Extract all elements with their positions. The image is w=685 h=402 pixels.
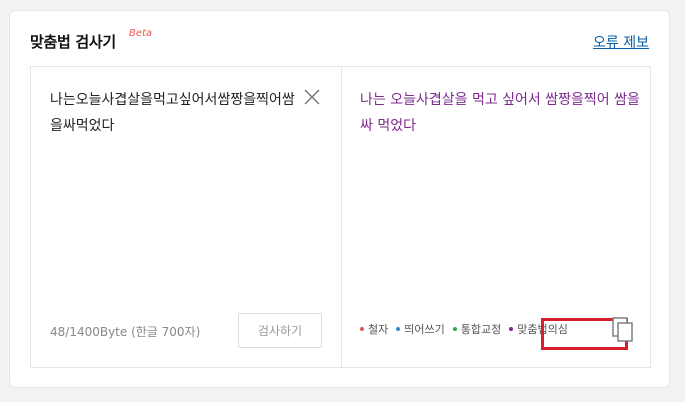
legend-item-spelling: 철자 — [360, 321, 388, 337]
checker-panel: 나는오늘사겹살을먹고싶어서쌈짱을찍어쌈을싸먹었다 48/1400Byte (한글… — [30, 66, 651, 368]
legend-item-spacing: 띄어쓰기 — [396, 321, 445, 337]
legend-dot-spacing — [396, 327, 401, 331]
result-text: 나는 오늘사겹살을 먹고 싶어서 쌈짱을찍어 쌈을싸 먹었다 — [360, 92, 640, 134]
legend: 철자 띄어쓰기 통합교정 맞춤법의심 — [360, 321, 568, 337]
legend-label-spelling: 철자 — [368, 323, 389, 336]
spell-checker-card: 맞춤법 검사기 Beta 오류 제보 나는오늘사겹살을먹고싶어서쌈짱을찍어쌈을싸… — [9, 10, 670, 388]
legend-dot-combined — [452, 327, 457, 331]
legend-item-combined: 통합교정 — [452, 321, 502, 337]
panel-divider — [341, 67, 342, 367]
beta-badge: Beta — [129, 28, 153, 39]
legend-label-combined: 통합교정 — [460, 323, 502, 336]
close-icon — [304, 89, 320, 105]
page-title: 맞춤법 검사기 — [30, 33, 116, 51]
byte-counter: 48/1400Byte (한글 700자) — [50, 325, 201, 339]
legend-dot-suspect — [509, 327, 514, 331]
check-button[interactable]: 검사하기 — [238, 313, 322, 348]
input-textarea[interactable]: 나는오늘사겹살을먹고싶어서쌈짱을찍어쌈을싸먹었다 — [50, 87, 300, 139]
clear-button[interactable] — [303, 88, 321, 106]
legend-dot-spelling — [360, 327, 364, 331]
copy-icon — [612, 317, 633, 342]
report-error-link[interactable]: 오류 제보 — [593, 32, 649, 52]
legend-label-spacing: 띄어쓰기 — [404, 323, 445, 336]
copy-button[interactable] — [612, 317, 634, 343]
